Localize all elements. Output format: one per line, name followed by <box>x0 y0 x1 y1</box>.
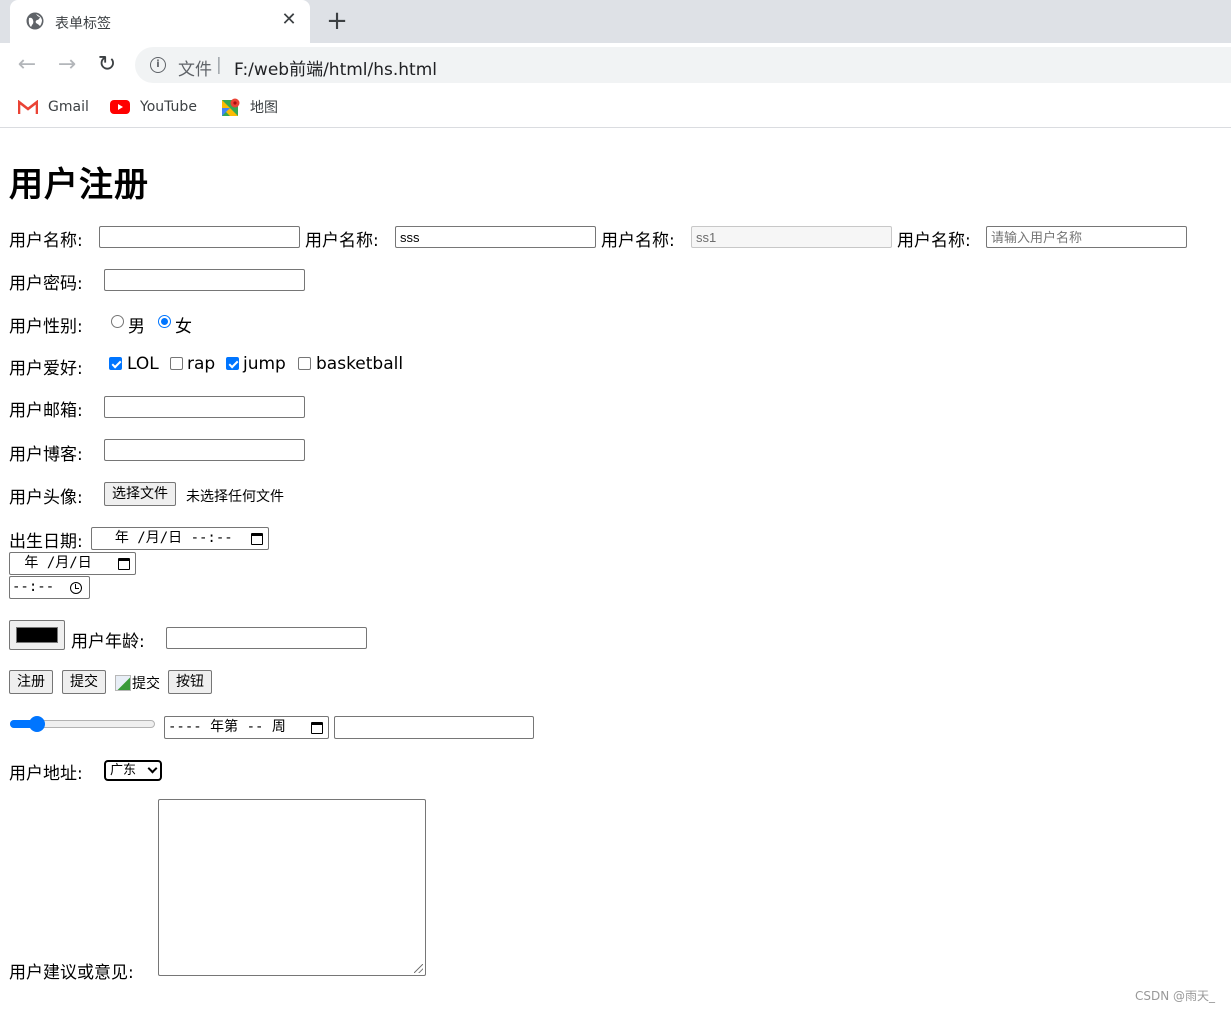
email-input[interactable] <box>104 396 305 418</box>
tab-strip: 表单标签 ✕ + <box>0 0 1231 43</box>
hobby-checkbox-jump[interactable] <box>226 357 239 370</box>
date-placeholder: 年 /月/日 <box>16 555 92 571</box>
blog-label: 用户博客: <box>9 445 83 465</box>
choose-file-button[interactable]: 选择文件 <box>104 482 176 506</box>
address-select[interactable]: 广东 <box>104 760 162 781</box>
calendar-icon[interactable] <box>311 722 323 734</box>
datetime-placeholder: 年 /月/日 --:-- <box>98 530 233 546</box>
date-input[interactable]: 年 /月/日 <box>9 552 136 575</box>
hobby-checkbox-basketball[interactable] <box>298 357 311 370</box>
url-text[interactable]: F:/web前端/html/hs.html <box>234 55 437 80</box>
bookmark-label: YouTube <box>140 99 197 115</box>
hobby-checkbox-lol[interactable] <box>109 357 122 370</box>
gender-radio-female[interactable] <box>158 315 171 328</box>
range-slider[interactable] <box>10 716 155 732</box>
week-input[interactable]: ---- 年第 -- 周 <box>164 716 329 739</box>
hobby-option-label: jump <box>243 354 286 374</box>
time-input[interactable]: --:-- <box>9 576 90 599</box>
bookmark-gmail[interactable]: Gmail <box>18 96 89 118</box>
address-selected: 广东 <box>110 763 137 778</box>
hobby-label: 用户爱好: <box>9 359 83 379</box>
age-label: 用户年龄: <box>71 632 145 652</box>
clock-icon[interactable] <box>70 582 82 594</box>
calendar-icon[interactable] <box>118 558 130 570</box>
time-placeholder: --:-- <box>12 579 55 595</box>
broken-image-icon <box>115 675 131 691</box>
color-swatch <box>16 627 58 643</box>
slider-thumb[interactable] <box>29 716 46 732</box>
username-input-1[interactable] <box>99 226 300 248</box>
bookmark-label: 地图 <box>250 100 278 116</box>
tab-title: 表单标签 <box>55 16 111 32</box>
calendar-icon[interactable] <box>251 533 263 545</box>
gender-option-label: 女 <box>175 317 192 337</box>
page-content: 用户注册 用户名称: 用户名称: 用户名称: 用户名称: 用户密码: 用户性别:… <box>0 129 1231 1010</box>
avatar-label: 用户头像: <box>9 488 83 508</box>
password-input[interactable] <box>104 269 305 291</box>
address-bar[interactable]: i 文件 | F:/web前端/html/hs.html <box>135 47 1231 83</box>
active-tab[interactable]: 表单标签 ✕ <box>10 0 310 43</box>
username-label-4: 用户名称: <box>897 231 971 251</box>
globe-icon <box>26 12 44 30</box>
username-label-2: 用户名称: <box>305 231 379 251</box>
bookmark-youtube[interactable]: YouTube <box>110 96 197 118</box>
generic-button[interactable]: 按钮 <box>168 670 212 694</box>
hobby-option-label: LOL <box>127 354 159 374</box>
maps-icon <box>222 98 240 116</box>
bookmark-maps[interactable]: 地图 <box>222 96 278 118</box>
password-label: 用户密码: <box>9 274 83 294</box>
watermark: CSDN @雨天_ <box>1135 989 1216 1003</box>
birthday-label: 出生日期: <box>9 532 83 552</box>
submit-button[interactable]: 提交 <box>62 670 106 694</box>
resize-grip-icon[interactable] <box>414 964 423 973</box>
gender-label: 用户性别: <box>9 317 83 337</box>
username-label-3: 用户名称: <box>601 231 675 251</box>
color-picker[interactable] <box>9 620 65 650</box>
username-input-disabled <box>691 226 892 248</box>
gmail-icon <box>18 99 38 114</box>
gender-radio-male[interactable] <box>111 315 124 328</box>
browser-toolbar: ← → ↻ i 文件 | F:/web前端/html/hs.html <box>0 43 1231 86</box>
bookmarks-bar: Gmail YouTube 地图 <box>0 86 1231 128</box>
email-label: 用户邮箱: <box>9 401 83 421</box>
hobby-option-label: rap <box>187 354 216 374</box>
username-input-placeholder[interactable] <box>986 226 1187 248</box>
blog-input[interactable] <box>104 439 305 461</box>
scheme-label: 文件 <box>178 60 212 80</box>
file-status-text: 未选择任何文件 <box>186 489 284 505</box>
hobby-option-label: basketball <box>316 354 404 374</box>
address-label: 用户地址: <box>9 764 83 784</box>
info-icon[interactable]: i <box>150 57 166 73</box>
datetime-input[interactable]: 年 /月/日 --:-- <box>91 527 269 550</box>
hobby-checkbox-rap[interactable] <box>170 357 183 370</box>
extra-input[interactable] <box>334 716 534 739</box>
bookmark-label: Gmail <box>48 99 89 115</box>
back-arrow-icon[interactable]: ← <box>13 51 41 79</box>
reload-icon[interactable]: ↻ <box>93 51 121 79</box>
suggestion-label: 用户建议或意见: <box>9 963 134 983</box>
scheme-separator: | <box>216 55 222 75</box>
close-tab-icon[interactable]: ✕ <box>278 9 300 31</box>
register-button[interactable]: 注册 <box>9 670 53 694</box>
age-input[interactable] <box>166 627 367 649</box>
gender-option-label: 男 <box>128 317 145 337</box>
username-label-1: 用户名称: <box>9 231 83 251</box>
page-title: 用户注册 <box>9 165 149 205</box>
week-placeholder: ---- 年第 -- 周 <box>168 719 286 735</box>
new-tab-button[interactable]: + <box>322 6 352 36</box>
image-submit-alt: 提交 <box>132 676 160 692</box>
forward-arrow-icon[interactable]: → <box>53 51 81 79</box>
youtube-icon <box>110 100 130 114</box>
image-submit-button[interactable]: 提交 <box>115 673 160 693</box>
suggestion-textarea[interactable] <box>158 799 426 976</box>
chevron-down-icon <box>147 763 158 774</box>
username-input-2[interactable] <box>395 226 596 248</box>
